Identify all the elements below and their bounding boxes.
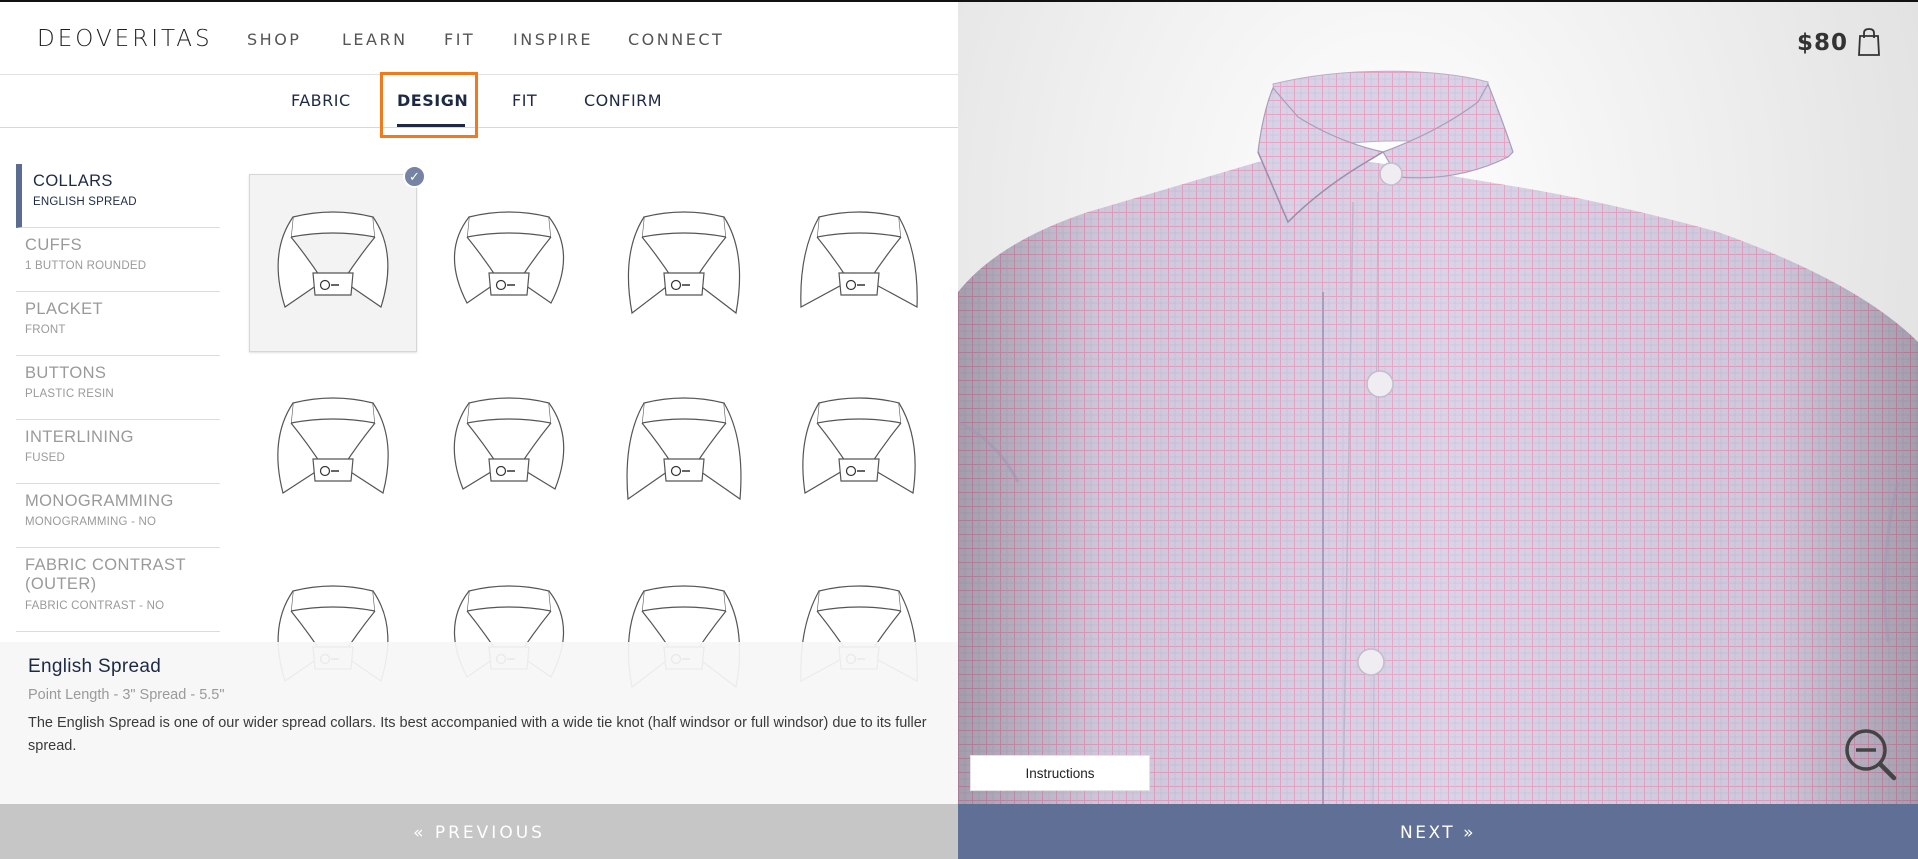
sidebar-item-label: FABRIC CONTRAST (OUTER) xyxy=(25,556,186,593)
sidebar-item-buttons[interactable]: BUTTONS PLASTIC RESIN xyxy=(16,356,220,420)
collar-option[interactable] xyxy=(775,174,943,352)
step-tabs: FABRIC DESIGN FIT CONFIRM xyxy=(0,75,958,128)
collar-illustration xyxy=(800,211,918,308)
nav-learn[interactable]: LEARN xyxy=(342,30,408,49)
sidebar-item-cuffs[interactable]: CUFFS 1 BUTTON ROUNDED xyxy=(16,228,220,292)
top-navigation: DEOVERITAS SHOP LEARN FIT INSPIRE CONNEC… xyxy=(0,2,958,75)
sidebar-item-value: MONOGRAMMING - NO xyxy=(25,516,157,528)
collar-option[interactable]: ✓ xyxy=(249,165,426,352)
sidebar-item-value: FRONT xyxy=(25,324,66,336)
collar-description-panel: English Spread Point Length - 3" Spread … xyxy=(0,642,958,804)
next-button[interactable]: NEXT » xyxy=(958,804,1918,859)
tab-fit[interactable]: FIT xyxy=(512,91,537,110)
check-icon: ✓ xyxy=(403,165,426,188)
collar-option[interactable] xyxy=(600,174,768,352)
sidebar-item-label: PLACKET xyxy=(25,300,103,318)
sidebar-item-value: 1 BUTTON ROUNDED xyxy=(25,260,147,272)
collar-description: The English Spread is one of our wider s… xyxy=(28,715,927,754)
configurator-panel: DEOVERITAS SHOP LEARN FIT INSPIRE CONNEC… xyxy=(0,2,958,859)
sidebar-item-monogramming[interactable]: MONOGRAMMING MONOGRAMMING - NO xyxy=(16,484,220,548)
sidebar-item-fabric-contrast[interactable]: FABRIC CONTRAST (OUTER) FABRIC CONTRAST … xyxy=(16,548,220,632)
collar-option[interactable] xyxy=(425,174,593,352)
collar-illustration xyxy=(802,397,916,494)
collar-option[interactable] xyxy=(600,360,768,538)
sidebar-item-value: FABRIC CONTRAST - NO xyxy=(25,600,165,612)
nav-shop[interactable]: SHOP xyxy=(247,30,301,49)
collar-option[interactable] xyxy=(775,360,943,538)
collar-illustration xyxy=(626,397,742,501)
sidebar-item-interlining[interactable]: INTERLINING FUSED xyxy=(16,420,220,484)
sidebar-item-label: INTERLINING xyxy=(25,428,134,446)
zoom-out-icon[interactable] xyxy=(1842,726,1898,782)
collar-illustration xyxy=(277,211,389,308)
collar-illustration xyxy=(277,397,389,494)
sidebar-item-label: COLLARS xyxy=(33,172,113,190)
tab-fabric[interactable]: FABRIC xyxy=(291,91,351,110)
active-tab-highlight xyxy=(380,72,478,138)
shopping-bag-icon[interactable] xyxy=(1858,28,1880,56)
sidebar-item-label: MONOGRAMMING xyxy=(25,492,174,510)
collar-name: English Spread xyxy=(28,656,162,677)
sidebar-item-label: BUTTONS xyxy=(25,364,107,382)
sidebar-item-value: PLASTIC RESIN xyxy=(25,388,114,400)
active-tab-underline xyxy=(397,124,465,127)
collar-option[interactable] xyxy=(425,360,593,538)
collar-illustration xyxy=(453,211,565,304)
sidebar-item-value: ENGLISH SPREAD xyxy=(33,196,137,208)
sidebar-item-value: FUSED xyxy=(25,452,65,464)
shirt-preview: $80 Instructions NEXT » xyxy=(958,2,1918,859)
tab-confirm[interactable]: CONFIRM xyxy=(584,91,662,110)
collar-dimensions: Point Length - 3" Spread - 5.5" xyxy=(28,687,225,703)
nav-inspire[interactable]: INSPIRE xyxy=(513,30,593,49)
sidebar-item-collars[interactable]: COLLARS ENGLISH SPREAD xyxy=(16,164,220,228)
shirt-image xyxy=(958,70,1918,805)
brand-logo[interactable]: DEOVERITAS xyxy=(37,26,213,52)
sidebar-item-placket[interactable]: PLACKET FRONT xyxy=(16,292,220,356)
nav-connect[interactable]: CONNECT xyxy=(628,30,724,49)
instructions-button[interactable]: Instructions xyxy=(970,755,1150,791)
nav-fit[interactable]: FIT xyxy=(444,30,475,49)
cart-price: $80 xyxy=(1796,30,1848,56)
collar-illustration xyxy=(627,211,741,315)
collar-option[interactable] xyxy=(249,360,417,538)
collar-illustration xyxy=(453,397,565,490)
sidebar-item-label: CUFFS xyxy=(25,236,82,254)
shirt-render[interactable] xyxy=(958,2,1918,805)
previous-button[interactable]: « PREVIOUS xyxy=(0,804,958,859)
design-options-sidebar: COLLARS ENGLISH SPREAD CUFFS 1 BUTTON RO… xyxy=(16,164,220,632)
